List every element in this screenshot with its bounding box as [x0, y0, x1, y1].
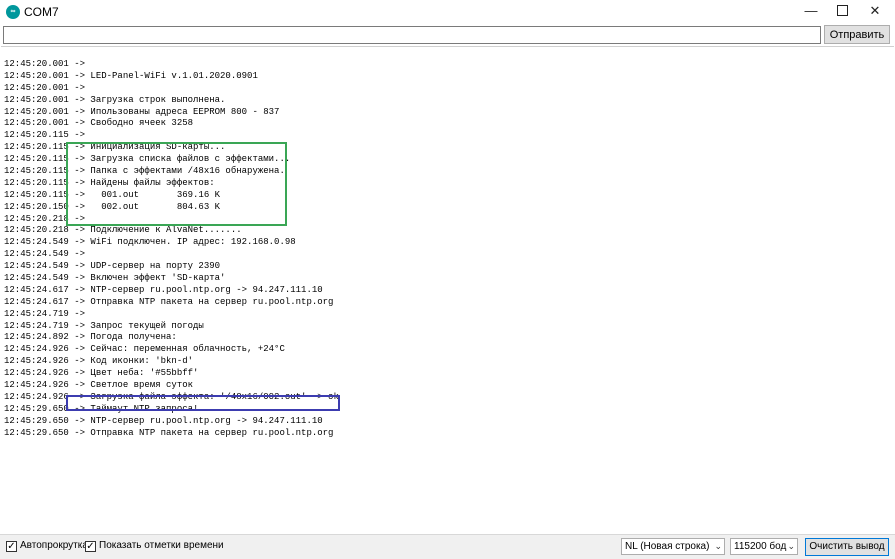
log-line: 12:45:24.719 -> Запрос текущей погоды [4, 320, 204, 331]
log-line: 12:45:24.926 -> Сейчас: переменная облач… [4, 344, 285, 355]
timestamps-checkbox[interactable]: ✓ [85, 541, 96, 552]
send-button[interactable]: Отправить [824, 25, 890, 44]
log-line: 12:45:20.115 -> [4, 130, 86, 141]
log-line: 12:45:24.926 -> Цвет неба: '#55bbff' [4, 368, 199, 379]
log-line: 12:45:20.001 -> [4, 59, 86, 69]
log-line: 12:45:24.892 -> Погода получена: [4, 332, 177, 343]
autoscroll-label: Автопрокрутка [20, 540, 88, 551]
log-line: 12:45:20.001 -> Свободно ячеек 3258 [4, 118, 194, 129]
effect-load-highlight-box [66, 395, 340, 411]
log-line: 12:45:29.650 -> NTP-сервер ru.pool.ntp.o… [4, 415, 323, 426]
log-line: 12:45:24.617 -> Отправка NTP пакета на с… [4, 296, 334, 307]
log-list: 12:45:20.001 -> 12:45:20.001 -> LED-Panel… [4, 59, 339, 440]
status-bar: ✓ Автопрокрутка ✓ Показать отметки време… [0, 534, 895, 559]
baud-rate-select[interactable]: 115200 бод ⌄ [730, 538, 798, 555]
log-line: 12:45:24.549 -> Включен эффект 'SD-карта… [4, 273, 226, 284]
chevron-down-icon: ⌄ [714, 541, 722, 551]
log-line: 12:45:24.549 -> WiFi подключен. IP адрес… [4, 237, 296, 248]
chevron-down-icon: ⌄ [787, 541, 795, 551]
minimize-button[interactable]: — [796, 0, 826, 24]
send-input[interactable] [3, 26, 821, 44]
log-line: 12:45:24.617 -> NTP-сервер ru.pool.ntp.o… [4, 284, 323, 295]
window-title: COM7 [24, 5, 59, 19]
close-button[interactable]: ✕ [860, 0, 890, 24]
line-ending-value: NL (Новая строка) [625, 541, 710, 552]
log-line: 12:45:20.001 -> LED-Panel-WiFi v.1.01.20… [4, 70, 258, 81]
log-line: 12:45:24.926 -> Код иконки: 'bkn-d' [4, 356, 194, 367]
log-line: 12:45:20.001 -> Ипользованы адреса EEPRO… [4, 106, 280, 117]
log-line: 12:45:20.001 -> [4, 82, 86, 93]
log-line: 12:45:20.001 -> Загрузка строк выполнена… [4, 94, 226, 105]
log-line: 12:45:24.549 -> [4, 249, 86, 260]
log-line: 12:45:24.549 -> UDP-сервер на порту 2390 [4, 261, 221, 272]
maximize-button[interactable] [827, 0, 857, 24]
log-line: 12:45:24.926 -> Светлое время суток [4, 380, 194, 391]
timestamps-label: Показать отметки времени [99, 540, 224, 551]
line-ending-select[interactable]: NL (Новая строка) ⌄ [621, 538, 725, 555]
baud-rate-value: 115200 бод [734, 541, 787, 552]
log-line: 12:45:20.218 -> Подключение к AlvaNet...… [4, 225, 242, 236]
clear-output-button[interactable]: Очистить вывод [805, 538, 889, 556]
title-bar: ∞ COM7 — ✕ [0, 0, 895, 24]
maximize-icon [836, 5, 848, 17]
log-line: 12:45:24.719 -> [4, 308, 86, 319]
serial-output[interactable]: 12:45:20.001 -> 12:45:20.001 -> LED-Panel… [1, 46, 894, 533]
autoscroll-checkbox[interactable]: ✓ [6, 541, 17, 552]
sd-card-highlight-box [66, 142, 287, 226]
arduino-icon: ∞ [6, 5, 20, 19]
log-line: 12:45:29.650 -> Отправка NTP пакета на с… [4, 427, 334, 438]
